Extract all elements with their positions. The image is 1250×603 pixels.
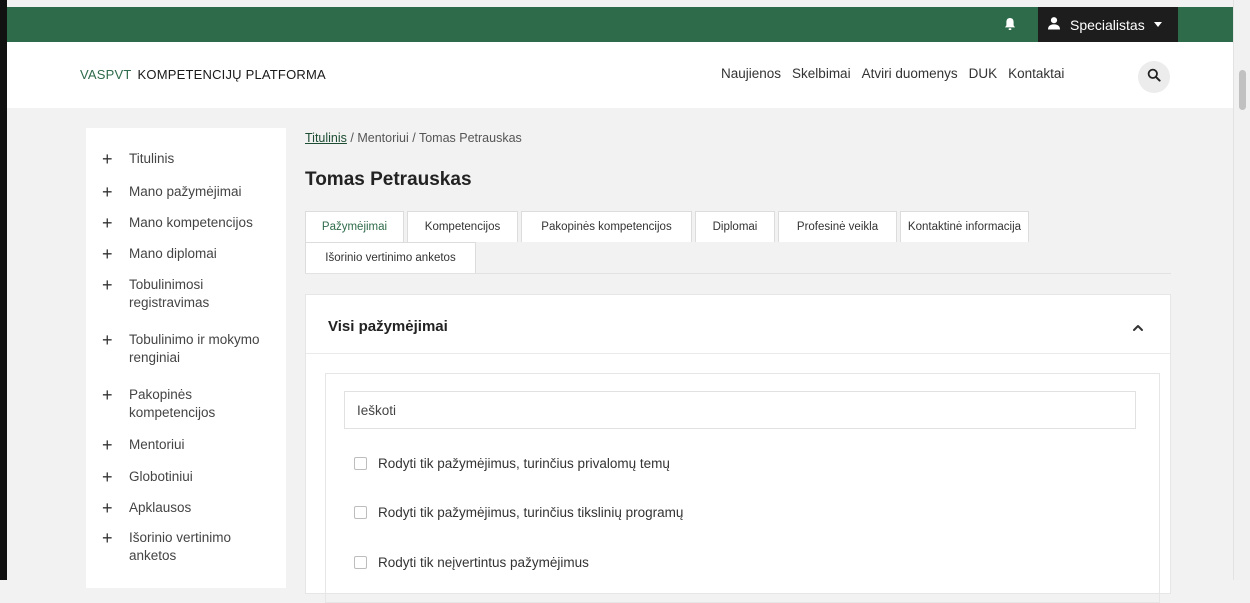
plus-icon: + xyxy=(102,244,113,264)
breadcrumb-current: Tomas Petrauskas xyxy=(418,131,522,145)
plus-icon: + xyxy=(102,435,113,455)
tab-certificates[interactable]: Pažymėjimai xyxy=(305,211,404,242)
tab-bar-second-row: Išorinio vertinimo anketos xyxy=(305,242,479,273)
top-bar: Specialistas xyxy=(7,7,1242,42)
plus-icon: + xyxy=(102,385,113,405)
panel-title: Visi pažymėjimai xyxy=(328,318,448,335)
search-button[interactable] xyxy=(1138,61,1170,93)
panel-divider xyxy=(306,353,1170,354)
tab-diplomas[interactable]: Diplomai xyxy=(695,211,775,242)
breadcrumb-home-link[interactable]: Titulinis xyxy=(305,131,347,145)
sidebar-item-label: Tobulinimo ir mokymo renginiai xyxy=(129,332,260,365)
sidebar-item-label: Mentoriui xyxy=(129,437,185,452)
plus-icon: + xyxy=(102,528,113,548)
user-menu-label: Specialistas xyxy=(1070,16,1145,33)
brand-name: KOMPETENCIJŲ PLATFORMA xyxy=(137,67,326,82)
plus-icon: + xyxy=(102,149,113,169)
page-title: Tomas Petrauskas xyxy=(305,169,472,190)
tab-bar: Pažymėjimai Kompetencijos Pakopinės komp… xyxy=(305,211,1032,242)
sidebar-item-mentor[interactable]: + Mentoriui xyxy=(86,436,286,454)
sidebar-item-training-registration[interactable]: + Tobulinimosi registravimas xyxy=(86,276,286,312)
checkbox-label: Rodyti tik pažymėjimus, turinčius prival… xyxy=(378,456,670,471)
nav-link-news[interactable]: Naujienos xyxy=(721,66,781,81)
tabs-divider xyxy=(305,273,1171,274)
tab-competencies[interactable]: Kompetencijos xyxy=(407,211,518,242)
chevron-up-icon[interactable] xyxy=(1132,320,1144,331)
user-menu-button[interactable]: Specialistas xyxy=(1038,7,1178,42)
sidebar-item-label: Mano diplomai xyxy=(129,246,217,261)
tab-tiered-competencies[interactable]: Pakopinės kompetencijos xyxy=(521,211,692,242)
breadcrumb-section: Mentoriui xyxy=(357,131,409,145)
sidebar-item-label: Pakopinės kompetencijos xyxy=(129,387,216,420)
sidebar-item-label: Išorinio vertinimo anketos xyxy=(129,530,232,563)
sidebar-item-tiered-competencies[interactable]: + Pakopinės kompetencijos xyxy=(86,386,286,422)
site-logo[interactable]: VASPVT KOMPETENCIJŲ PLATFORMA xyxy=(80,67,326,82)
checkbox[interactable] xyxy=(354,506,367,519)
checkbox-label: Rodyti tik neįvertintus pažymėjimus xyxy=(378,555,589,570)
certificates-panel: Visi pažymėjimai Rodyti tik pažymėjimus,… xyxy=(305,294,1171,603)
sidebar-item-certificates[interactable]: + Mano pažymėjimai xyxy=(86,183,286,201)
search-icon xyxy=(1147,68,1161,87)
sidebar-item-label: Globotiniui xyxy=(129,469,193,484)
sidebar-item-label: Mano kompetencijos xyxy=(129,215,253,230)
sidebar-item-label: Titulinis xyxy=(129,151,175,166)
sidebar: + Titulinis + Mano pažymėjimai + Mano kompe… xyxy=(86,128,286,588)
tab-external-evaluation[interactable]: Išorinio vertinimo anketos xyxy=(305,242,476,273)
nav-link-contacts[interactable]: Kontaktai xyxy=(1008,66,1064,81)
sidebar-item-titulinis[interactable]: + Titulinis xyxy=(86,150,286,168)
sidebar-item-external-evaluation[interactable]: + Išorinio vertinimo anketos xyxy=(86,529,286,565)
breadcrumb-separator: / xyxy=(346,131,358,145)
sidebar-item-surveys[interactable]: + Apklausos xyxy=(86,499,286,517)
caret-down-icon xyxy=(1153,22,1162,27)
scrollbar-thumb[interactable] xyxy=(1239,70,1246,110)
nav-link-ads[interactable]: Skelbimai xyxy=(792,66,851,81)
checkbox-label: Rodyti tik pažymėjimus, turinčius tiksli… xyxy=(378,505,684,520)
filter-box: Rodyti tik pažymėjimus, turinčius prival… xyxy=(325,373,1160,603)
window-frame xyxy=(0,0,7,580)
sidebar-item-competencies[interactable]: + Mano kompetencijos xyxy=(86,214,286,232)
brand-abbr: VASPVT xyxy=(80,67,132,82)
sidebar-item-label: Tobulinimosi registravimas xyxy=(129,277,210,310)
breadcrumb: Titulinis / Mentoriui / Tomas Petrauskas xyxy=(305,131,522,145)
tab-contact-info[interactable]: Kontaktinė informacija xyxy=(900,211,1029,242)
breadcrumb-separator: / xyxy=(408,131,419,145)
bell-icon[interactable] xyxy=(1003,17,1017,31)
checkbox[interactable] xyxy=(354,556,367,569)
nav-link-faq[interactable]: DUK xyxy=(969,66,998,81)
sidebar-item-training-events[interactable]: + Tobulinimo ir mokymo renginiai xyxy=(86,331,286,367)
filter-target-programs[interactable]: Rodyti tik pažymėjimus, turinčius tiksli… xyxy=(354,505,683,520)
checkbox[interactable] xyxy=(354,457,367,470)
sidebar-item-label: Apklausos xyxy=(129,500,192,515)
plus-icon: + xyxy=(102,467,113,487)
sidebar-item-diplomas[interactable]: + Mano diplomai xyxy=(86,245,286,263)
plus-icon: + xyxy=(102,498,113,518)
sidebar-item-label: Mano pažymėjimai xyxy=(129,184,242,199)
filter-mandatory-topics[interactable]: Rodyti tik pažymėjimus, turinčius prival… xyxy=(354,456,670,471)
user-icon xyxy=(1047,16,1061,33)
site-header: VASPVT KOMPETENCIJŲ PLATFORMA Naujienos S… xyxy=(7,42,1242,108)
tab-professional-activity[interactable]: Profesinė veikla xyxy=(778,211,897,242)
plus-icon: + xyxy=(102,275,113,295)
plus-icon: + xyxy=(102,182,113,202)
filter-unrated[interactable]: Rodyti tik neįvertintus pažymėjimus xyxy=(354,555,589,570)
main-nav: Naujienos Skelbimai Atviri duomenys DUK … xyxy=(721,66,1064,81)
plus-icon: + xyxy=(102,330,113,350)
search-input[interactable] xyxy=(344,391,1136,429)
sidebar-item-mentee[interactable]: + Globotiniui xyxy=(86,468,286,486)
nav-link-open-data[interactable]: Atviri duomenys xyxy=(862,66,958,81)
plus-icon: + xyxy=(102,213,113,233)
